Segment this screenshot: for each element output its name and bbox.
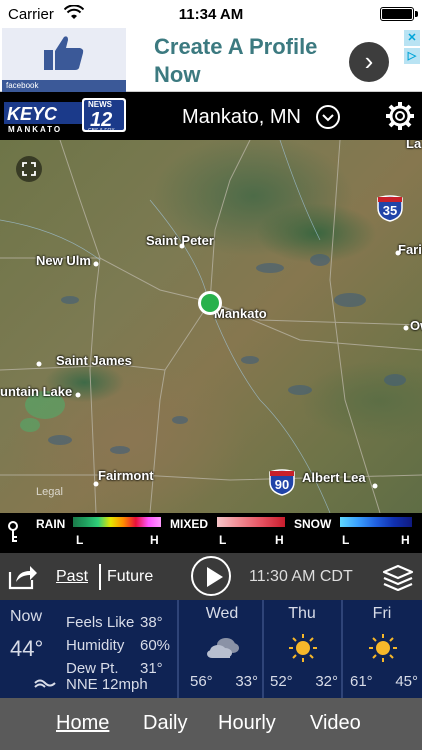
forecast-day[interactable]: Thu 52° 32° (262, 600, 342, 698)
forecast-high: 56° (190, 673, 213, 690)
clock: 11:34 AM (178, 6, 244, 23)
share-icon[interactable] (8, 562, 38, 590)
thumbs-up-icon (44, 36, 84, 70)
humidity-value: 60% (140, 637, 171, 654)
svg-text:MANKATO: MANKATO (8, 125, 62, 134)
sunny-icon (369, 634, 397, 662)
legend-rain-label: RAIN (36, 517, 66, 531)
forecast-day-name: Thu (288, 605, 316, 622)
ad-headline[interactable]: Create A Profile Now (154, 33, 339, 89)
rain-high-label: H (150, 533, 159, 547)
layers-icon[interactable] (382, 563, 414, 591)
feels-like-label: Feels Like (66, 614, 135, 631)
precip-legend: RAIN L H MIXED L H SNOW L H (0, 513, 422, 553)
svg-text:NEWS: NEWS (88, 100, 113, 109)
snow-scale (340, 517, 412, 527)
dew-point-value: 31° (140, 660, 163, 677)
forecast-day[interactable]: Wed 56° 33° (182, 600, 262, 698)
rain-low-label: L (76, 533, 84, 547)
bottom-nav: Home Daily Hourly Video (0, 698, 422, 750)
wind-icon (34, 679, 56, 688)
now-label: Now (10, 608, 43, 625)
status-bar: Carrier 11:34 AM (0, 0, 422, 28)
svg-text:CBS & FOX: CBS & FOX (88, 128, 115, 134)
ad-brand: facebook (2, 80, 126, 92)
ad-image[interactable]: facebook (2, 28, 126, 92)
battery-icon (380, 7, 418, 21)
forecast-low: 32° (315, 673, 338, 690)
info-icon[interactable]: ▷ (404, 48, 420, 64)
feels-like-value: 38° (140, 614, 163, 631)
frame-time: 11:30 AM CDT (249, 568, 353, 585)
radar-map[interactable]: Saint Peter New Ulm Mankato Saint James … (0, 140, 422, 513)
wind-value: NNE 12mph (66, 676, 148, 693)
conditions-divider (177, 600, 179, 698)
rain-scale (73, 517, 161, 527)
close-icon[interactable]: ✕ (404, 30, 420, 46)
ad-banner[interactable]: facebook Create A Profile Now › ✕ ▷ (0, 28, 422, 92)
tab-daily[interactable]: Daily (143, 712, 187, 735)
key-icon[interactable] (8, 521, 18, 543)
tab-hourly[interactable]: Hourly (218, 712, 276, 735)
interstate-90-icon: 90 (268, 468, 296, 496)
adchoices-icon[interactable]: ✕ ▷ (404, 30, 420, 66)
mixed-low-label: L (219, 533, 227, 547)
future-toggle[interactable]: Future (107, 568, 153, 586)
legend-snow-label: SNOW (294, 517, 332, 531)
mixed-scale (217, 517, 285, 527)
radar-controls: Past Future 11:30 AM CDT (0, 553, 422, 600)
chevron-down-icon[interactable] (316, 105, 340, 129)
location-title[interactable]: Mankato, MN (182, 106, 301, 129)
toggle-divider (99, 564, 101, 590)
dew-point-label: Dew Pt. (66, 660, 119, 677)
conditions-panel: Now 44° Feels Like 38° Humidity 60% Dew … (0, 600, 422, 698)
forecast-day-name: Wed (205, 605, 239, 622)
gear-icon[interactable] (385, 101, 415, 131)
forecast-low: 45° (395, 673, 418, 690)
humidity-label: Humidity (66, 637, 125, 654)
app-header: KEYC MANKATO NEWS 12 CBS & FOX Mankato, … (0, 92, 422, 140)
forecast-high: 52° (270, 673, 293, 690)
current-location-marker (198, 291, 222, 315)
current-conditions[interactable]: Now 44° Feels Like 38° Humidity 60% Dew … (0, 600, 177, 698)
map-legal-link[interactable]: Legal (36, 486, 63, 498)
mixed-high-label: H (275, 533, 284, 547)
play-button[interactable] (191, 556, 231, 596)
past-toggle[interactable]: Past (56, 568, 88, 586)
ad-arrow-button[interactable]: › (349, 42, 389, 82)
snow-high-label: H (401, 533, 410, 547)
forecast-day[interactable]: Fri 61° 45° (342, 600, 422, 698)
interstate-35-icon: 35 (376, 194, 404, 222)
cloudy-icon (207, 638, 239, 658)
tab-video[interactable]: Video (310, 712, 361, 735)
sunny-icon (289, 634, 317, 662)
forecast-day-name: Fri (372, 605, 392, 622)
tab-home[interactable]: Home (56, 712, 109, 735)
station-logo: KEYC MANKATO NEWS 12 CBS & FOX (4, 98, 126, 134)
forecast-low: 33° (235, 673, 258, 690)
forecast-high: 61° (350, 673, 373, 690)
snow-low-label: L (342, 533, 350, 547)
legend-mixed-label: MIXED (170, 517, 209, 531)
map-city-dots (36, 243, 409, 489)
current-temp: 44° (10, 636, 44, 661)
svg-text:KEYC: KEYC (7, 104, 58, 124)
